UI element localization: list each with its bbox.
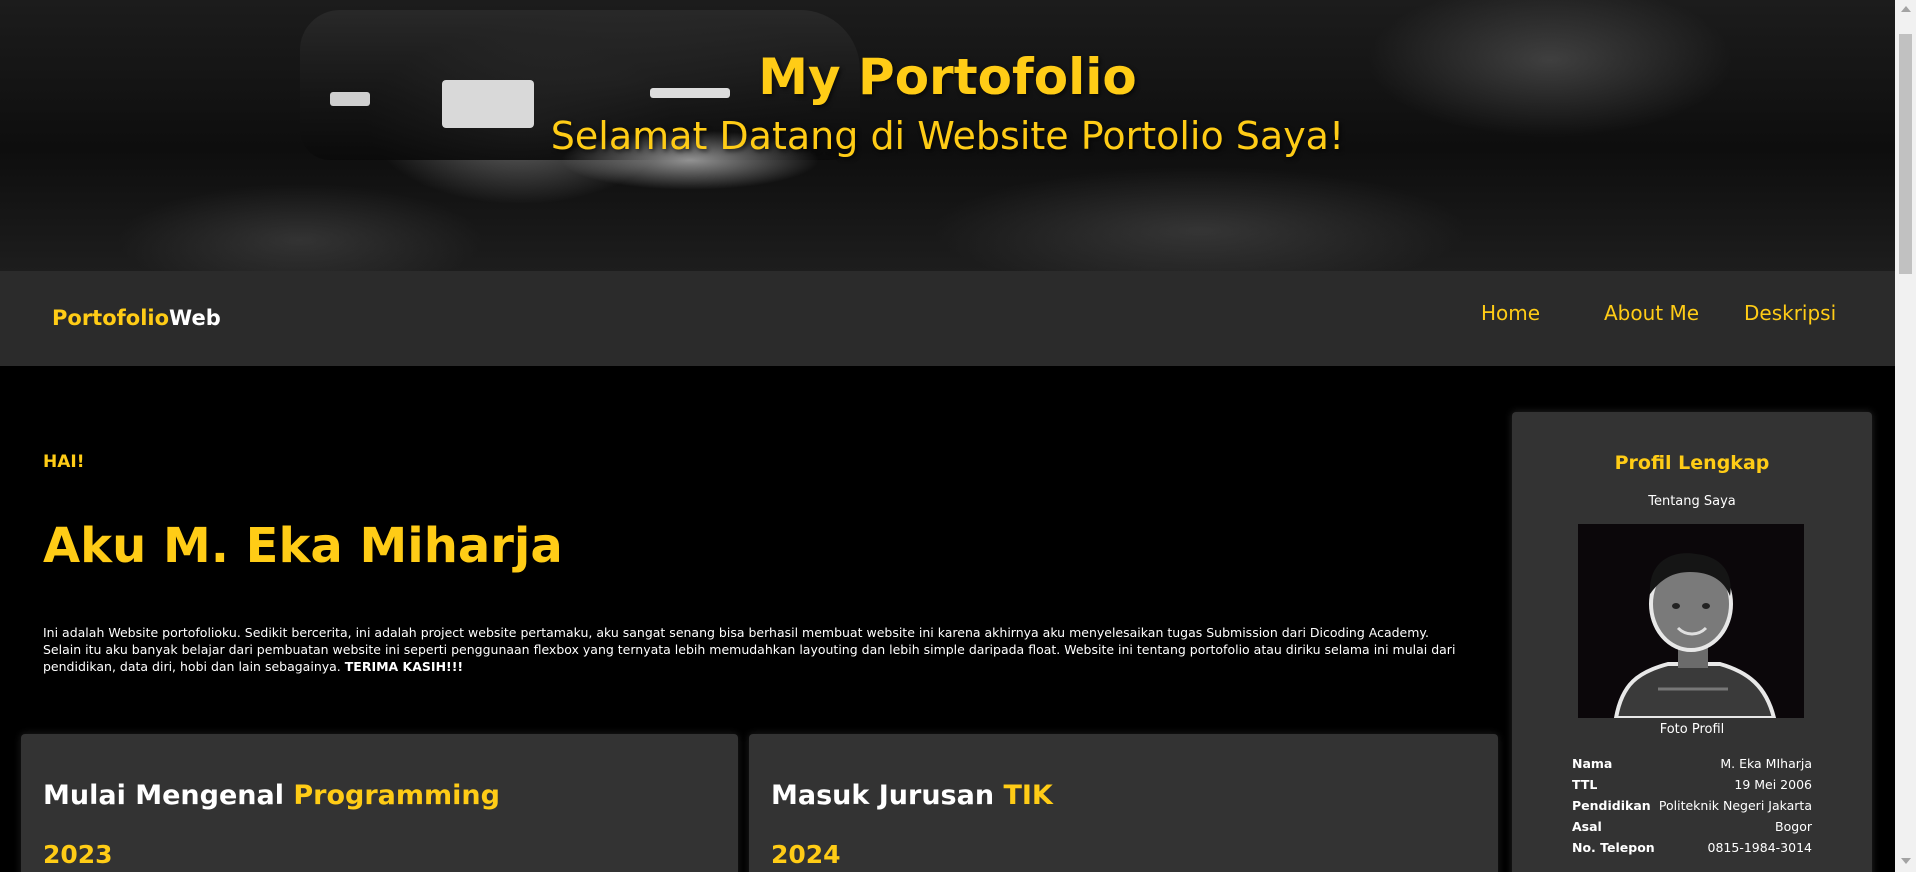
profile-label: Pendidikan — [1572, 798, 1651, 813]
timeline-card-tik: Masuk Jurusan TIK 2024 — [749, 734, 1498, 872]
profile-photo-caption: Foto Profil — [1659, 722, 1725, 737]
profile-label: No. Telepon — [1572, 840, 1655, 855]
card-title-highlight: Programming — [293, 780, 500, 811]
intro-text: Ini adalah Website portofolioku. Sedikit… — [43, 625, 1456, 674]
profile-label: TTL — [1572, 777, 1598, 792]
intro-bold-text: TERIMA KASIH!!! — [344, 659, 464, 674]
profile-value: Bogor — [1775, 819, 1812, 834]
profile-row-telepon: No. Telepon 0815-1984-3014 — [1572, 840, 1812, 860]
scroll-up-arrow-icon[interactable] — [1901, 6, 1911, 12]
card-title-plain: Mulai Mengenal — [43, 780, 294, 811]
hero-title: My Portofolio — [758, 48, 1137, 106]
page-scrollbar[interactable] — [1895, 0, 1916, 872]
profile-row-pendidikan: Pendidikan Politeknik Negeri Jakarta — [1572, 798, 1812, 818]
profile-row-nama: Nama M. Eka MIharja — [1572, 756, 1812, 776]
card-year: 2023 — [43, 840, 113, 869]
greeting-heading: HAI! — [43, 452, 85, 472]
brand-logo[interactable]: PortofolioWeb — [52, 306, 221, 330]
nav-link-about-me[interactable]: About Me — [1604, 301, 1699, 325]
profile-row-ttl: TTL 19 Mei 2006 — [1572, 777, 1812, 797]
profile-title: Profil Lengkap — [1614, 452, 1770, 474]
scroll-down-arrow-icon[interactable] — [1901, 858, 1911, 864]
profile-subtitle: Tentang Saya — [1648, 494, 1736, 509]
nav-link-home[interactable]: Home — [1481, 301, 1540, 325]
brand-part-portofolio: Portofolio — [52, 306, 170, 330]
card-title-plain: Masuk Jurusan — [771, 780, 1004, 811]
nav-link-deskripsi[interactable]: Deskripsi — [1744, 301, 1836, 325]
card-title: Mulai Mengenal Programming — [43, 780, 500, 811]
navbar: PortofolioWeb Home About Me Deskripsi — [0, 271, 1895, 366]
profile-value: Politeknik Negeri Jakarta — [1658, 798, 1812, 813]
scrollbar-thumb[interactable] — [1899, 34, 1912, 274]
intro-paragraph: Ini adalah Website portofolioku. Sedikit… — [43, 624, 1468, 675]
hero-subtitle: Selamat Datang di Website Portolio Saya! — [550, 114, 1345, 158]
profile-row-asal: Asal Bogor — [1572, 819, 1812, 839]
profile-value: 19 Mei 2006 — [1734, 777, 1812, 792]
hero-banner: My Portofolio Selamat Datang di Website … — [0, 0, 1895, 271]
profile-label: Nama — [1572, 756, 1613, 771]
profile-photo — [1578, 524, 1804, 718]
card-title-highlight: TIK — [1003, 780, 1053, 811]
brand-part-web: Web — [169, 306, 221, 330]
profile-label: Asal — [1572, 819, 1602, 834]
card-title: Masuk Jurusan TIK — [771, 780, 1053, 811]
timeline-card-programming: Mulai Mengenal Programming 2023 — [21, 734, 738, 872]
card-year: 2024 — [771, 840, 841, 869]
profile-value: M. Eka MIharja — [1720, 756, 1812, 771]
profile-value: 0815-1984-3014 — [1707, 840, 1812, 855]
profile-sidebar: Profil Lengkap Tentang Saya Foto Profil … — [1512, 412, 1872, 872]
name-heading: Aku M. Eka Miharja — [43, 518, 563, 574]
